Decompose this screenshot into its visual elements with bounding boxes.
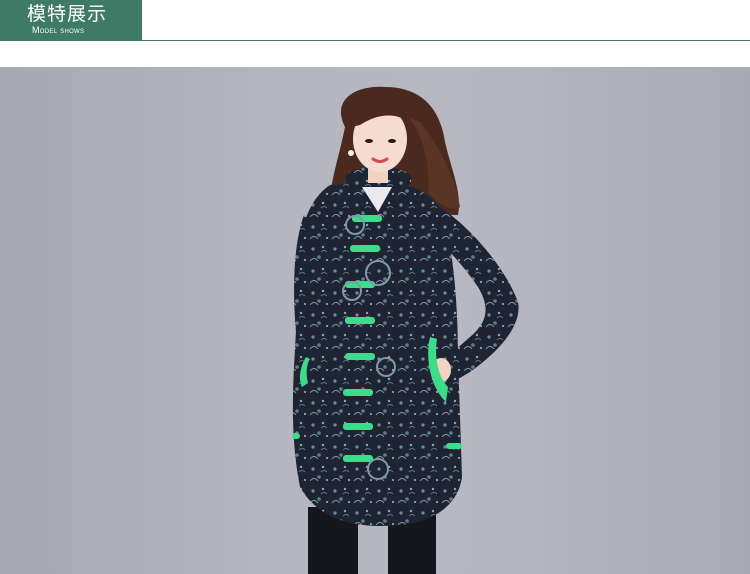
model-illustration [292, 86, 519, 574]
header-divider [0, 40, 750, 41]
section-title: 模特展示 [27, 3, 108, 25]
model-photo [0, 67, 750, 574]
header-badge: 模特展示 Model shows [0, 0, 142, 40]
section-subtitle: Model shows [32, 25, 85, 35]
section-header: 模特展示 Model shows [0, 0, 750, 41]
